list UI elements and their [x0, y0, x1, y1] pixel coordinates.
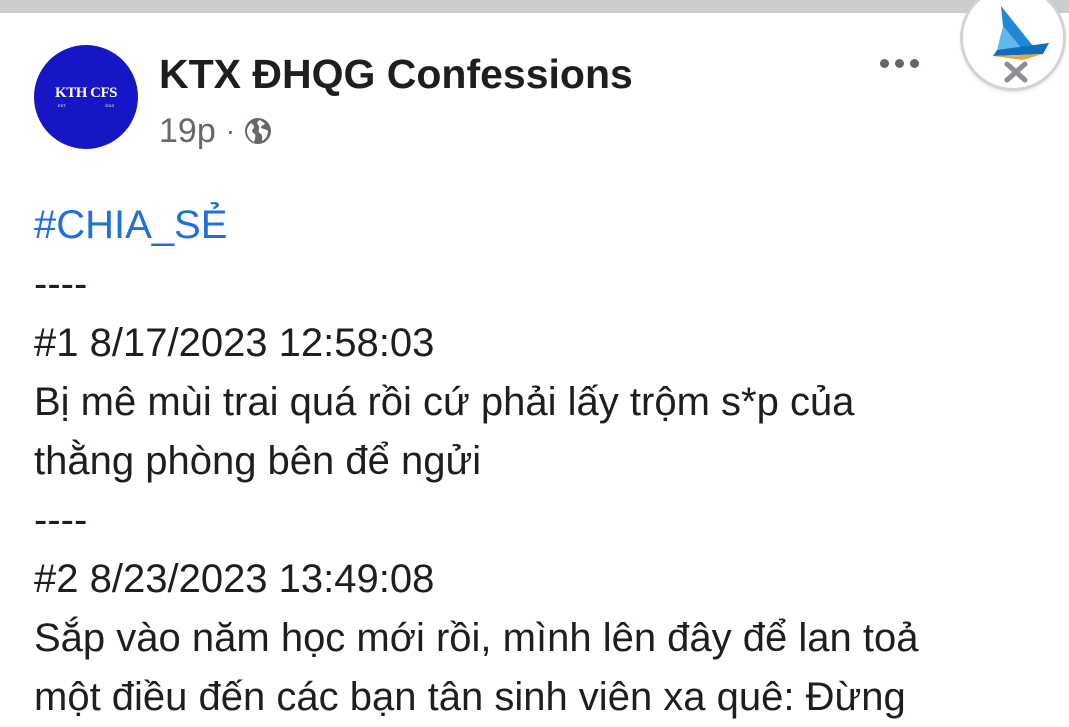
- meta-separator: ·: [225, 115, 236, 146]
- content-line-1: ----: [34, 262, 88, 306]
- content-line-6: #2 8/23/2023 13:49:08: [34, 557, 435, 601]
- page-name[interactable]: KTX ĐHQG Confessions: [159, 51, 633, 97]
- avatar[interactable]: KTH CFS EST 2013: [34, 45, 138, 149]
- top-divider-bar: [0, 0, 1069, 13]
- content-line-4: thằng phòng bên để ngửi: [34, 439, 482, 483]
- avatar-subtext: EST 2013: [58, 103, 114, 108]
- avatar-sub-left: EST: [58, 103, 66, 108]
- globe-icon[interactable]: [243, 116, 273, 146]
- more-options-icon[interactable]: [880, 59, 919, 68]
- content-line-2: #1 8/17/2023 12:58:03: [34, 321, 435, 365]
- post-content: #CHIA_SẺ ---- #1 8/17/2023 12:58:03 Bị m…: [34, 196, 1044, 727]
- post-time[interactable]: 19p: [159, 112, 216, 150]
- hashtag-link[interactable]: #CHIA_SẺ: [34, 196, 1044, 255]
- avatar-sub-right: 2013: [105, 103, 114, 108]
- avatar-text: KTH CFS: [55, 85, 117, 101]
- post-header: KTH CFS EST 2013 KTX ĐHQG Confessions 19…: [34, 45, 1034, 155]
- content-line-8: một điều đến các bạn tân sinh viên xa qu…: [34, 675, 906, 719]
- content-line-5: ----: [34, 498, 88, 542]
- content-line-7: Sắp vào năm học mới rồi, mình lên đây để…: [34, 616, 919, 660]
- content-line-3: Bị mê mùi trai quá rồi cứ phải lấy trộm …: [34, 380, 855, 424]
- post-meta: 19p ·: [159, 112, 273, 150]
